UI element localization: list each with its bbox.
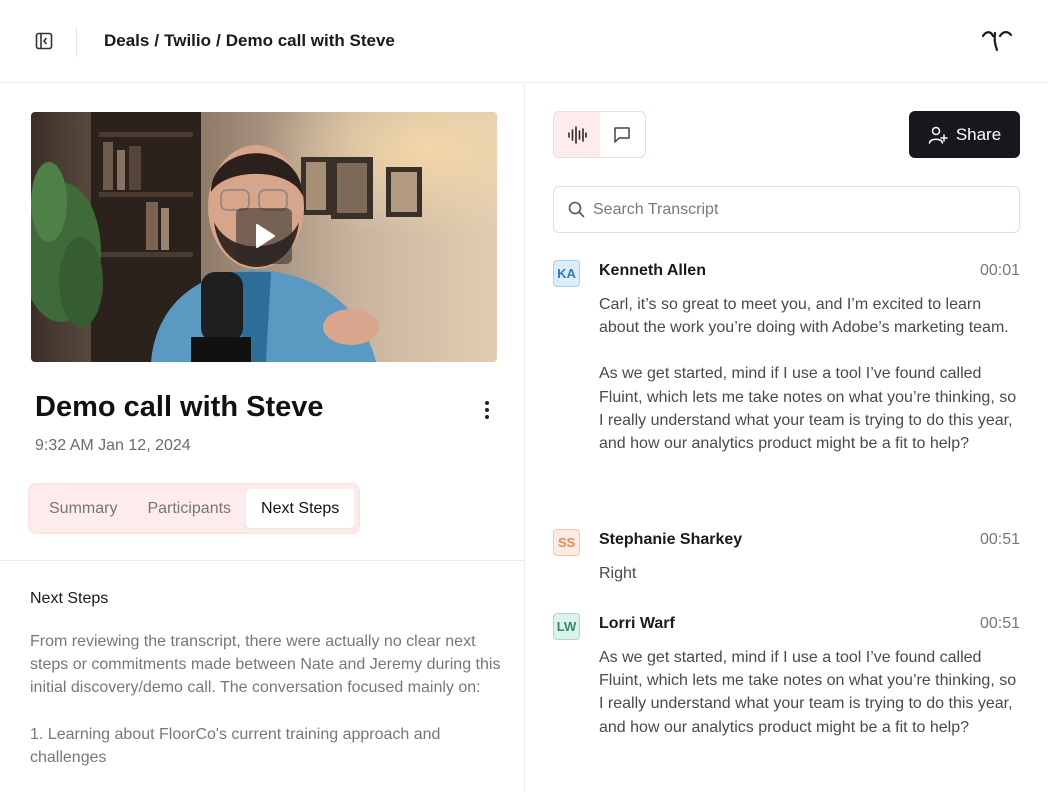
next-steps-heading: Next Steps	[30, 590, 109, 607]
video-player[interactable]	[31, 112, 497, 362]
tab-participants[interactable]: Participants	[132, 489, 246, 528]
speaker-name: Kenneth Allen	[599, 262, 706, 279]
timestamp[interactable]: 00:01	[980, 262, 1020, 280]
breadcrumb-deals[interactable]: Deals	[104, 31, 149, 51]
timestamp[interactable]: 00:51	[980, 615, 1020, 633]
play-button[interactable]	[236, 208, 292, 264]
add-user-icon	[928, 126, 948, 144]
column-divider	[524, 84, 525, 792]
next-steps-paragraph: 1. Learning about FloorCo's current trai…	[30, 725, 441, 766]
avatar: KA	[553, 260, 580, 287]
utterance: As we get started, mind if I use a tool …	[599, 646, 1019, 739]
utterance-paragraph: Carl, it’s so great to meet you, and I’m…	[599, 296, 1009, 337]
avatar: SS	[553, 529, 580, 556]
next-steps-paragraph: From reviewing the transcript, there wer…	[30, 633, 501, 697]
speaker-name: Lorri Warf	[599, 615, 675, 632]
timestamp[interactable]: 00:51	[980, 531, 1020, 549]
breadcrumb-twilio[interactable]: Twilio	[164, 31, 211, 51]
section-divider	[0, 560, 524, 561]
view-mode-toggle	[553, 111, 646, 158]
more-options-icon[interactable]	[477, 399, 497, 421]
play-icon	[256, 224, 275, 248]
top-bar: Deals / Twilio / Demo call with Steve	[0, 0, 1048, 83]
breadcrumb-separator: /	[154, 31, 160, 50]
transcript-entry: LW Lorri Warf 00:51 As we get started, m…	[553, 613, 1020, 773]
chat-bubble-icon[interactable]	[600, 112, 646, 157]
transcript-entry: SS Stephanie Sharkey 00:51 Right	[553, 529, 1020, 589]
avatar: LW	[553, 613, 580, 640]
topbar-divider	[76, 27, 77, 57]
utterance: Right	[599, 562, 1019, 585]
tab-bar: Summary Participants Next Steps	[30, 485, 359, 532]
utterance-paragraph: As we get started, mind if I use a tool …	[599, 649, 1017, 736]
share-button-label: Share	[955, 124, 1002, 144]
brand-logo-icon[interactable]	[980, 28, 1014, 54]
next-steps-body: From reviewing the transcript, there wer…	[30, 630, 505, 792]
breadcrumb: Deals / Twilio / Demo call with Steve	[104, 31, 395, 51]
utterance: Carl, it’s so great to meet you, and I’m…	[599, 293, 1019, 455]
search-icon	[568, 201, 585, 218]
meeting-datetime: 9:32 AM Jan 12, 2024	[35, 437, 191, 454]
utterance-paragraph: As we get started, mind if I use a tool …	[599, 365, 1017, 453]
sidebar-collapse-icon[interactable]	[33, 30, 55, 52]
search-input[interactable]	[593, 200, 993, 219]
speaker-name: Stephanie Sharkey	[599, 531, 743, 548]
share-button[interactable]: Share	[909, 111, 1020, 158]
transcript-entry: KA Kenneth Allen 00:01 Carl, it’s so gre…	[553, 260, 1020, 510]
breadcrumb-separator: /	[216, 31, 221, 50]
tab-next-steps[interactable]: Next Steps	[246, 489, 355, 528]
audio-waveform-icon[interactable]	[554, 112, 600, 157]
breadcrumb-current: Demo call with Steve	[225, 31, 395, 50]
utterance-paragraph: Right	[599, 565, 637, 582]
meeting-title: Demo call with Steve	[35, 391, 324, 423]
tab-summary[interactable]: Summary	[34, 489, 132, 528]
transcript-search	[553, 186, 1020, 233]
